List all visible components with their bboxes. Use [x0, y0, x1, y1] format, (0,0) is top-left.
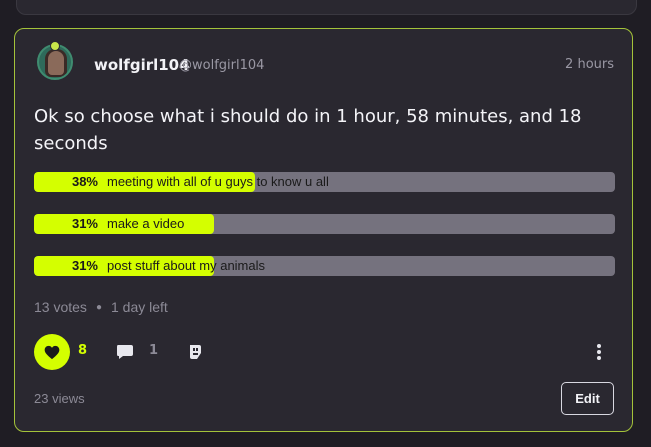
- poll-time-left: 1 day left: [110, 299, 168, 315]
- like-count: 8: [78, 343, 88, 358]
- username[interactable]: wolfgirl104: [94, 56, 190, 74]
- comment-icon[interactable]: [116, 344, 134, 360]
- user-handle: @wolfgirl104: [179, 58, 265, 73]
- poll-option-label: meeting with all of u guys to know u all: [107, 174, 329, 189]
- share-icon[interactable]: [186, 343, 204, 361]
- poll-option-percent: 38%: [71, 174, 98, 189]
- meta-separator: ●: [95, 302, 102, 313]
- poll-option-label: make a video: [107, 216, 185, 231]
- poll-option-label: post stuff about my animals: [107, 258, 266, 273]
- previous-post-card: [16, 0, 637, 15]
- comment-count: 1: [149, 343, 159, 358]
- poll-option-percent: 31%: [71, 258, 98, 273]
- post-timestamp: 2 hours: [565, 57, 614, 72]
- edit-button[interactable]: Edit: [561, 382, 614, 415]
- poll-option-2[interactable]: 31% make a video: [34, 214, 615, 234]
- poll-option-1[interactable]: 38% meeting with all of u guys to know u…: [34, 172, 615, 192]
- view-count: 23 views: [34, 391, 85, 406]
- post-title: Ok so choose what i should do in 1 hour,…: [34, 106, 582, 154]
- heart-icon: [44, 345, 60, 359]
- like-button[interactable]: [34, 334, 70, 370]
- poll-option-percent: 31%: [71, 216, 98, 231]
- poll-option-3[interactable]: 31% post stuff about my animals: [34, 256, 615, 276]
- poll-votes: 13 votes: [34, 299, 87, 315]
- more-vertical-icon[interactable]: [594, 343, 604, 361]
- post-card: wolfgirl104 @wolfgirl104 2 hours Ok so c…: [14, 28, 633, 432]
- poll-meta: 13 votes ● 1 day left: [34, 299, 168, 315]
- avatar-status-badge: [50, 41, 60, 51]
- avatar-face: [48, 51, 64, 75]
